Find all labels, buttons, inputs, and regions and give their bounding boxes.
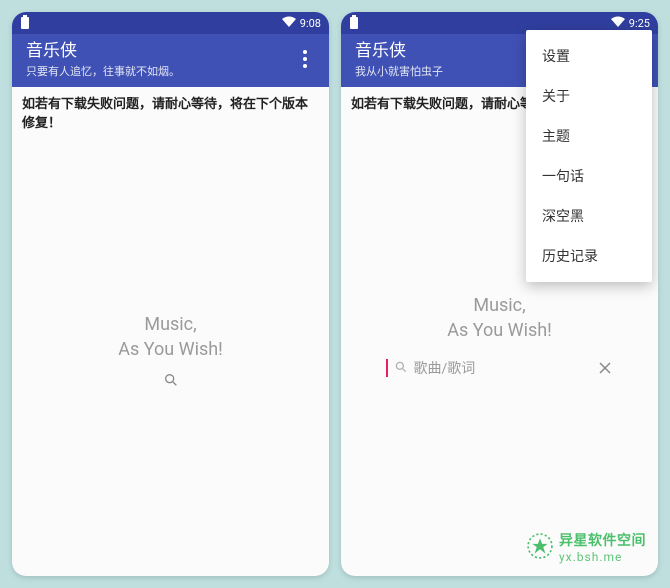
app-subtitle: 我从小就害怕虫子 — [355, 63, 443, 79]
welcome-line-1: Music, — [12, 312, 329, 337]
menu-item-theme[interactable]: 主题 — [526, 116, 652, 156]
overflow-menu: 设置 关于 主题 一句话 深空黑 历史记录 — [526, 30, 652, 282]
menu-item-settings[interactable]: 设置 — [526, 36, 652, 76]
app-bar: 音乐侠 只要有人追忆，往事就不如烟。 — [12, 34, 329, 87]
status-bar: 9:08 — [12, 12, 329, 34]
welcome-line-2: As You Wish! — [12, 337, 329, 362]
app-title: 音乐侠 — [26, 40, 180, 62]
clear-button[interactable] — [596, 359, 614, 377]
notice-banner: 如若有下载失败问题，请耐心等待，将在下个版本修复！ — [12, 87, 329, 137]
wifi-icon — [611, 16, 625, 30]
more-vert-icon — [303, 50, 307, 68]
watermark: 异星软件空间 yx.bsh.me — [527, 533, 646, 564]
search-input[interactable]: 歌曲/歌词 — [380, 351, 620, 385]
overflow-menu-button[interactable] — [293, 44, 317, 74]
welcome-text: Music, As You Wish! 歌曲/歌词 — [341, 293, 658, 385]
app-title: 音乐侠 — [355, 40, 443, 62]
battery-icon — [20, 15, 30, 32]
search-icon[interactable] — [163, 372, 179, 388]
text-cursor — [386, 359, 388, 377]
search-icon — [394, 359, 408, 378]
search-placeholder: 歌曲/歌词 — [414, 358, 590, 378]
welcome-line-2: As You Wish! — [341, 318, 658, 343]
wifi-icon — [282, 16, 296, 30]
welcome-text: Music, As You Wish! — [12, 312, 329, 392]
menu-item-about[interactable]: 关于 — [526, 76, 652, 116]
watermark-title: 异星软件空间 — [559, 533, 646, 550]
phone-screenshot-right: 9:25 音乐侠 我从小就害怕虫子 如若有下载失败问题，请耐心等待 Music,… — [341, 12, 658, 576]
battery-icon — [349, 15, 359, 32]
status-time: 9:08 — [300, 17, 321, 30]
phone-screenshot-left: 9:08 音乐侠 只要有人追忆，往事就不如烟。 如若有下载失败问题，请耐心等待，… — [12, 12, 329, 576]
star-icon — [527, 533, 553, 564]
app-subtitle: 只要有人追忆，往事就不如烟。 — [26, 63, 180, 79]
menu-item-quote[interactable]: 一句话 — [526, 156, 652, 196]
status-time: 9:25 — [629, 17, 650, 30]
menu-item-darkmode[interactable]: 深空黑 — [526, 196, 652, 236]
welcome-line-1: Music, — [341, 293, 658, 318]
menu-item-history[interactable]: 历史记录 — [526, 236, 652, 276]
watermark-url: yx.bsh.me — [559, 550, 646, 564]
